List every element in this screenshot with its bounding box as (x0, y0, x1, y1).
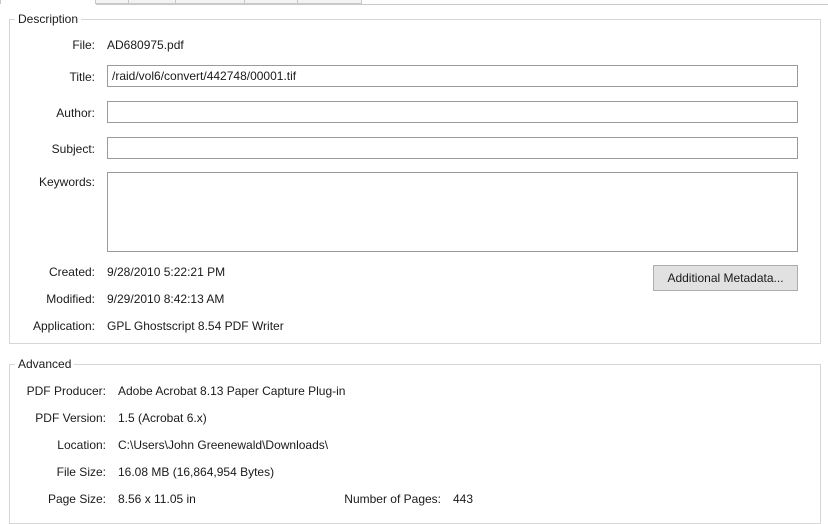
file-size-value: 16.08 MB (16,864,954 Bytes) (118, 465, 275, 479)
file-label: File: (72, 38, 95, 52)
tab-strip-divider (96, 4, 828, 5)
author-field[interactable] (107, 101, 798, 123)
tab-description[interactable] (0, 0, 96, 4)
created-label: Created: (48, 265, 95, 279)
advanced-legend: Advanced (15, 357, 75, 371)
modified-value: 9/29/2010 8:42:13 AM (107, 292, 225, 306)
page-size-label: Page Size: (47, 492, 106, 506)
keywords-label: Keywords: (38, 175, 95, 189)
application-label: Application: (32, 319, 95, 333)
pdf-producer-label: PDF Producer: (26, 384, 106, 398)
description-legend: Description (15, 12, 82, 26)
file-size-label: File Size: (56, 465, 106, 479)
number-of-pages-value: 443 (453, 492, 474, 506)
title-label: Title: (69, 70, 95, 84)
pdf-producer-value: Adobe Acrobat 8.13 Paper Capture Plug-in (118, 384, 346, 398)
modified-label: Modified: (46, 292, 95, 306)
page-size-value: 8.56 x 11.05 in (118, 492, 196, 506)
additional-metadata-button[interactable]: Additional Metadata... (653, 265, 798, 291)
created-value: 9/28/2010 5:22:21 PM (107, 265, 226, 279)
location-label: Location: (57, 438, 106, 452)
keywords-field[interactable] (107, 172, 798, 252)
application-value: GPL Ghostscript 8.54 PDF Writer (107, 319, 284, 333)
title-field[interactable]: /raid/vol6/convert/442748/00001.tif (107, 65, 798, 87)
number-of-pages-label: Number of Pages: (344, 492, 441, 506)
pdf-version-label: PDF Version: (35, 411, 106, 425)
subject-field[interactable] (107, 137, 798, 159)
location-value: C:\Users\John Greenewald\Downloads\ (118, 438, 329, 452)
author-label: Author: (56, 106, 95, 120)
file-value: AD680975.pdf (107, 38, 184, 52)
subject-label: Subject: (51, 142, 95, 156)
pdf-version-value: 1.5 (Acrobat 6.x) (118, 411, 207, 425)
